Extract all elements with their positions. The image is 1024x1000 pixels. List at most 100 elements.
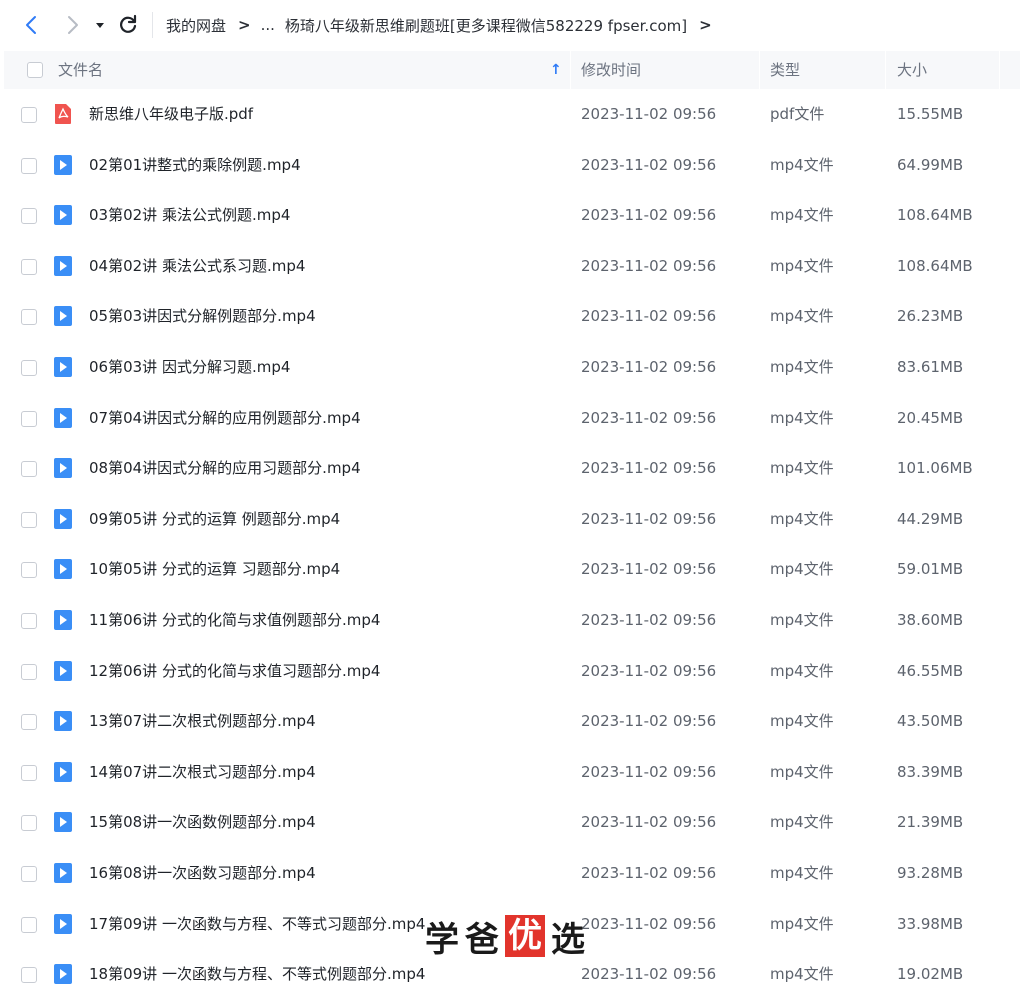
video-file-icon [53, 305, 73, 327]
breadcrumb-ellipsis[interactable]: ... [261, 16, 275, 34]
refresh-icon[interactable] [116, 13, 140, 37]
file-size: 19.02MB [897, 965, 964, 984]
file-type: mp4文件 [770, 560, 834, 579]
video-file-icon [53, 660, 73, 682]
file-name[interactable]: 14第07讲二次根式习题部分.mp4 [89, 747, 316, 797]
file-type: mp4文件 [770, 762, 834, 781]
row-checkbox[interactable] [21, 612, 37, 629]
file-row[interactable]: 12第06讲 分式的化简与求值习题部分.mp4 2023-11-02 09:56 m… [0, 646, 1024, 697]
file-row[interactable]: 07第04讲因式分解的应用例题部分.mp4 2023-11-02 09:56 mp4… [0, 393, 1024, 444]
column-divider[interactable] [885, 51, 886, 89]
file-name[interactable]: 16第08讲一次函数习题部分.mp4 [89, 848, 316, 898]
file-row[interactable]: 14第07讲二次根式习题部分.mp4 2023-11-02 09:56 mp4文件 8… [0, 747, 1024, 798]
row-checkbox[interactable] [21, 916, 37, 933]
file-name[interactable]: 新思维八年级电子版.pdf [89, 89, 253, 139]
file-size: 108.64MB [897, 206, 973, 225]
column-header-name[interactable]: 文件名 [58, 51, 103, 89]
file-name[interactable]: 04第02讲 乘法公式系习题.mp4 [89, 241, 305, 291]
history-dropdown-icon[interactable] [92, 13, 108, 37]
file-row[interactable]: 09第05讲 分式的运算 例题部分.mp4 2023-11-02 09:56 mp4… [0, 494, 1024, 545]
file-type: mp4文件 [770, 256, 834, 275]
file-name[interactable]: 06第03讲 因式分解习题.mp4 [89, 342, 290, 392]
file-name[interactable]: 05第03讲因式分解例题部分.mp4 [89, 291, 316, 341]
row-checkbox[interactable] [21, 157, 37, 174]
file-name[interactable]: 11第06讲 分式的化简与求值例题部分.mp4 [89, 595, 380, 645]
file-modified-time: 2023-11-02 09:56 [581, 155, 717, 174]
column-header-modified[interactable]: 修改时间 [581, 51, 641, 89]
row-checkbox[interactable] [21, 461, 37, 478]
breadcrumb: 我的网盘 > ... 杨琦八年级新思维刷题班[更多课程微信582229 fpse… [166, 0, 722, 50]
file-name[interactable]: 02第01讲整式的乘除例题.mp4 [89, 140, 301, 190]
file-name[interactable]: 15第08讲一次函数例题部分.mp4 [89, 797, 316, 847]
video-file-icon [53, 356, 73, 378]
file-name[interactable]: 09第05讲 分式的运算 例题部分.mp4 [89, 494, 340, 544]
file-type: mp4文件 [770, 610, 834, 629]
file-row[interactable]: 16第08讲一次函数习题部分.mp4 2023-11-02 09:56 mp4文件 9… [0, 848, 1024, 899]
file-type: mp4文件 [770, 863, 834, 882]
breadcrumb-root[interactable]: 我的网盘 [166, 15, 226, 36]
file-name[interactable]: 07第04讲因式分解的应用例题部分.mp4 [89, 393, 361, 443]
back-arrow-icon[interactable] [20, 13, 44, 37]
row-checkbox[interactable] [21, 714, 37, 731]
file-row[interactable]: 04第02讲 乘法公式系习题.mp4 2023-11-02 09:56 mp4文件 1… [0, 241, 1024, 292]
forward-arrow-icon[interactable] [60, 13, 84, 37]
column-divider[interactable] [570, 51, 571, 89]
row-checkbox[interactable] [21, 663, 37, 680]
file-name[interactable]: 10第05讲 分式的运算 习题部分.mp4 [89, 544, 340, 594]
file-size: 101.06MB [897, 459, 973, 478]
row-checkbox[interactable] [21, 967, 37, 984]
watermark-boxed-char: 优 [505, 915, 545, 957]
row-checkbox[interactable] [21, 359, 37, 376]
file-row[interactable]: 03第02讲 乘法公式例题.mp4 2023-11-02 09:56 mp4文件 10… [0, 190, 1024, 241]
file-row[interactable]: 15第08讲一次函数例题部分.mp4 2023-11-02 09:56 mp4文件 2… [0, 797, 1024, 848]
row-checkbox[interactable] [21, 258, 37, 275]
file-size: 38.60MB [897, 610, 964, 629]
file-type: mp4文件 [770, 357, 834, 376]
file-name[interactable]: 18第09讲 一次函数与方程、不等式例题部分.mp4 [89, 949, 425, 999]
file-name[interactable]: 12第06讲 分式的化简与求值习题部分.mp4 [89, 646, 380, 696]
select-all-checkbox[interactable] [27, 62, 43, 78]
video-file-icon [53, 761, 73, 783]
watermark-text: 学爸 [425, 919, 505, 960]
file-size: 83.39MB [897, 762, 964, 781]
file-row[interactable]: 新思维八年级电子版.pdf 2023-11-02 09:56 pdf文件 15.55M… [0, 89, 1024, 140]
row-checkbox[interactable] [21, 865, 37, 882]
video-file-icon [53, 255, 73, 277]
column-header-type[interactable]: 类型 [770, 51, 800, 89]
file-name[interactable]: 17第09讲 一次函数与方程、不等式习题部分.mp4 [89, 899, 425, 949]
row-checkbox[interactable] [21, 511, 37, 528]
file-name[interactable]: 08第04讲因式分解的应用习题部分.mp4 [89, 443, 361, 493]
row-checkbox[interactable] [21, 764, 37, 781]
file-type: mp4文件 [770, 509, 834, 528]
file-row[interactable]: 05第03讲因式分解例题部分.mp4 2023-11-02 09:56 mp4文件 2… [0, 291, 1024, 342]
file-size: 20.45MB [897, 408, 964, 427]
video-file-icon [53, 811, 73, 833]
chevron-right-icon[interactable]: > [699, 16, 712, 34]
column-header-size[interactable]: 大小 [897, 51, 927, 89]
row-checkbox[interactable] [21, 815, 37, 832]
file-list-header: 文件名 ↑ 修改时间 类型 大小 [4, 51, 1020, 89]
file-size: 15.55MB [897, 105, 964, 123]
row-checkbox[interactable] [21, 309, 37, 326]
file-modified-time: 2023-11-02 09:56 [581, 712, 717, 731]
column-divider[interactable] [999, 51, 1000, 89]
row-checkbox[interactable] [21, 107, 37, 123]
file-row[interactable]: 10第05讲 分式的运算 习题部分.mp4 2023-11-02 09:56 mp4… [0, 544, 1024, 595]
file-name[interactable]: 03第02讲 乘法公式例题.mp4 [89, 190, 290, 240]
file-modified-time: 2023-11-02 09:56 [581, 863, 717, 882]
file-row[interactable]: 02第01讲整式的乘除例题.mp4 2023-11-02 09:56 mp4文件 64… [0, 140, 1024, 191]
video-file-icon [53, 457, 73, 479]
column-divider[interactable] [759, 51, 760, 89]
file-row[interactable]: 08第04讲因式分解的应用习题部分.mp4 2023-11-02 09:56 mp4… [0, 443, 1024, 494]
row-checkbox[interactable] [21, 562, 37, 579]
file-name[interactable]: 13第07讲二次根式例题部分.mp4 [89, 696, 316, 746]
sort-ascending-icon[interactable]: ↑ [550, 51, 562, 89]
file-row[interactable]: 11第06讲 分式的化简与求值例题部分.mp4 2023-11-02 09:56 m… [0, 595, 1024, 646]
file-modified-time: 2023-11-02 09:56 [581, 357, 717, 376]
breadcrumb-current[interactable]: 杨琦八年级新思维刷题班[更多课程微信582229 fpser.com] [285, 15, 687, 36]
file-row[interactable]: 13第07讲二次根式例题部分.mp4 2023-11-02 09:56 mp4文件 4… [0, 696, 1024, 747]
row-checkbox[interactable] [21, 410, 37, 427]
file-modified-time: 2023-11-02 09:56 [581, 307, 717, 326]
row-checkbox[interactable] [21, 208, 37, 225]
file-row[interactable]: 06第03讲 因式分解习题.mp4 2023-11-02 09:56 mp4文件 83… [0, 342, 1024, 393]
